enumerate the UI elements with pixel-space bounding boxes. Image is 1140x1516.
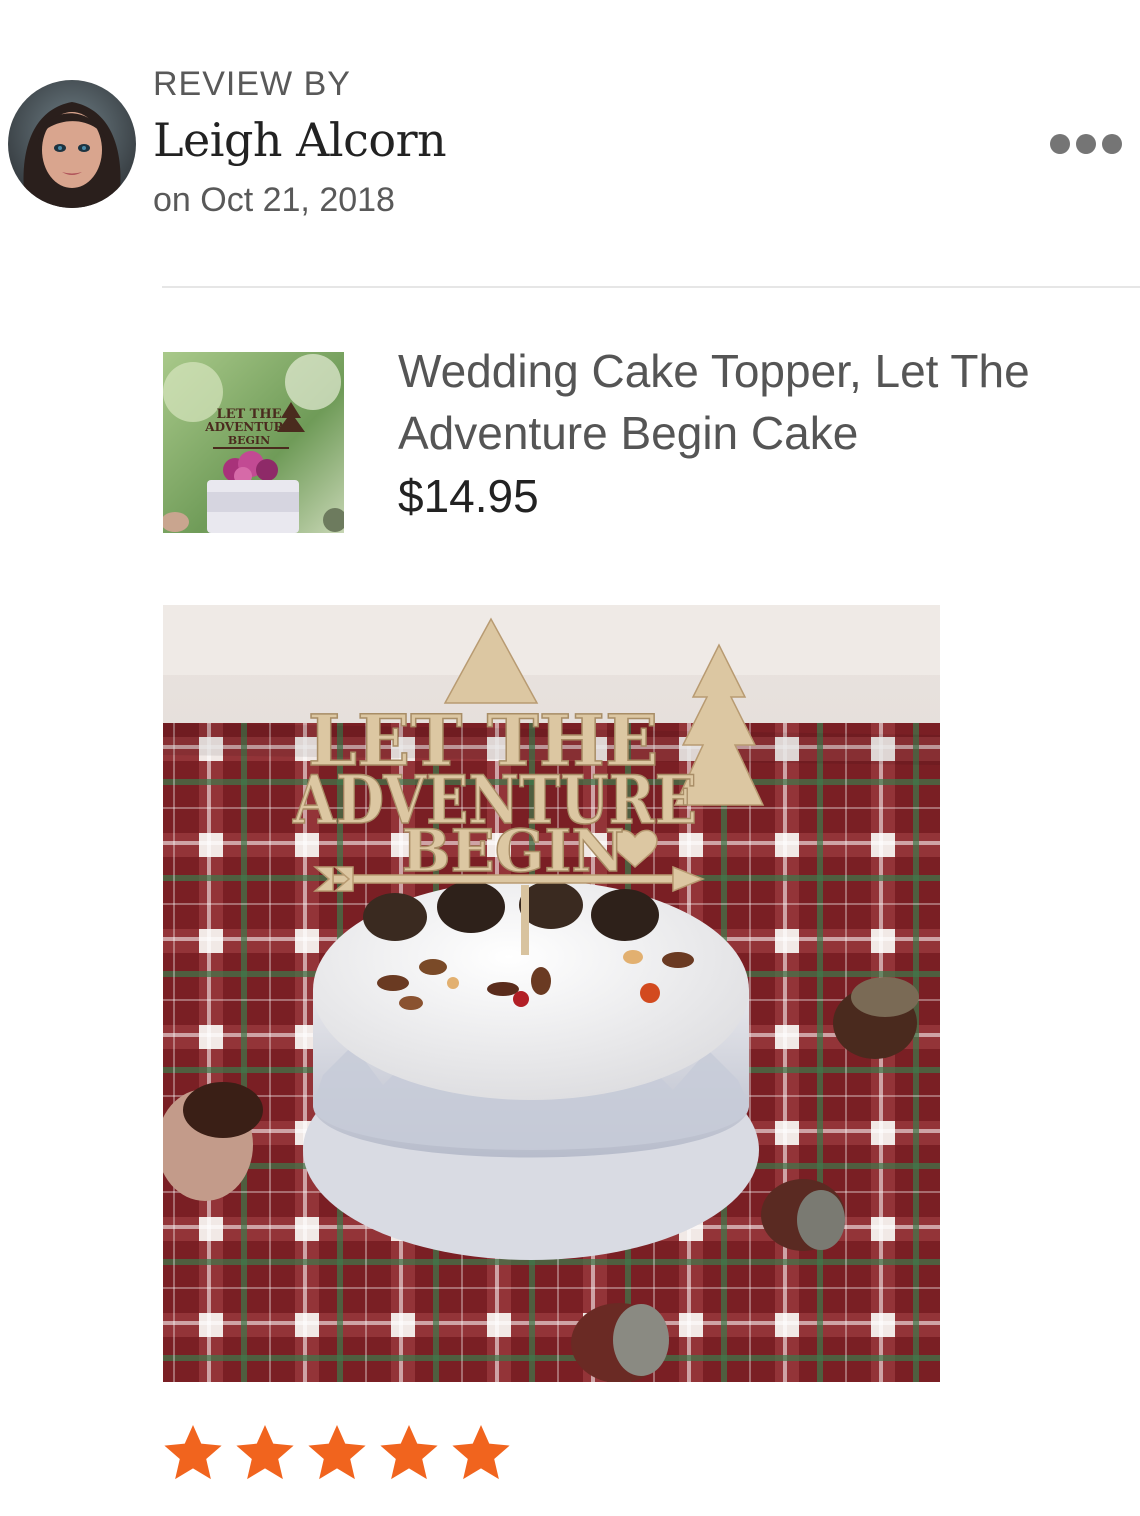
reviewer-name[interactable]: Leigh Alcorn (153, 112, 447, 168)
review-photo[interactable]: LET THE ADVENTURE BEGIN (163, 605, 940, 1382)
photo-topper-line-3: BEGIN (402, 817, 625, 885)
product-thumbnail[interactable]: LET THE ADVENTURE BEGIN (163, 352, 344, 533)
more-horizontal-icon (1050, 134, 1122, 154)
thumbnail-topper-line-2: ADVENTURE (204, 420, 292, 434)
thumbnail-topper-line-3: BEGIN (228, 434, 270, 447)
star-icon (380, 1424, 438, 1480)
avatar-image (8, 80, 136, 208)
star-icon (236, 1424, 294, 1480)
reviewer-avatar[interactable] (8, 80, 136, 208)
star-icon (452, 1424, 510, 1480)
review-by-label: REVIEW BY (153, 65, 351, 103)
star-icon (164, 1424, 222, 1480)
review-photo-image: LET THE ADVENTURE BEGIN (163, 605, 940, 1382)
review-date: on Oct 21, 2018 (153, 181, 395, 219)
divider (162, 286, 1140, 288)
product-price: $14.95 (398, 470, 539, 522)
rating-stars (160, 1420, 514, 1486)
star-icon (308, 1424, 366, 1480)
product-title[interactable]: Wedding Cake Topper, Let The Adventure B… (398, 340, 1098, 464)
product-thumbnail-image: LET THE ADVENTURE BEGIN (163, 352, 344, 533)
more-options-button[interactable] (1050, 124, 1140, 164)
